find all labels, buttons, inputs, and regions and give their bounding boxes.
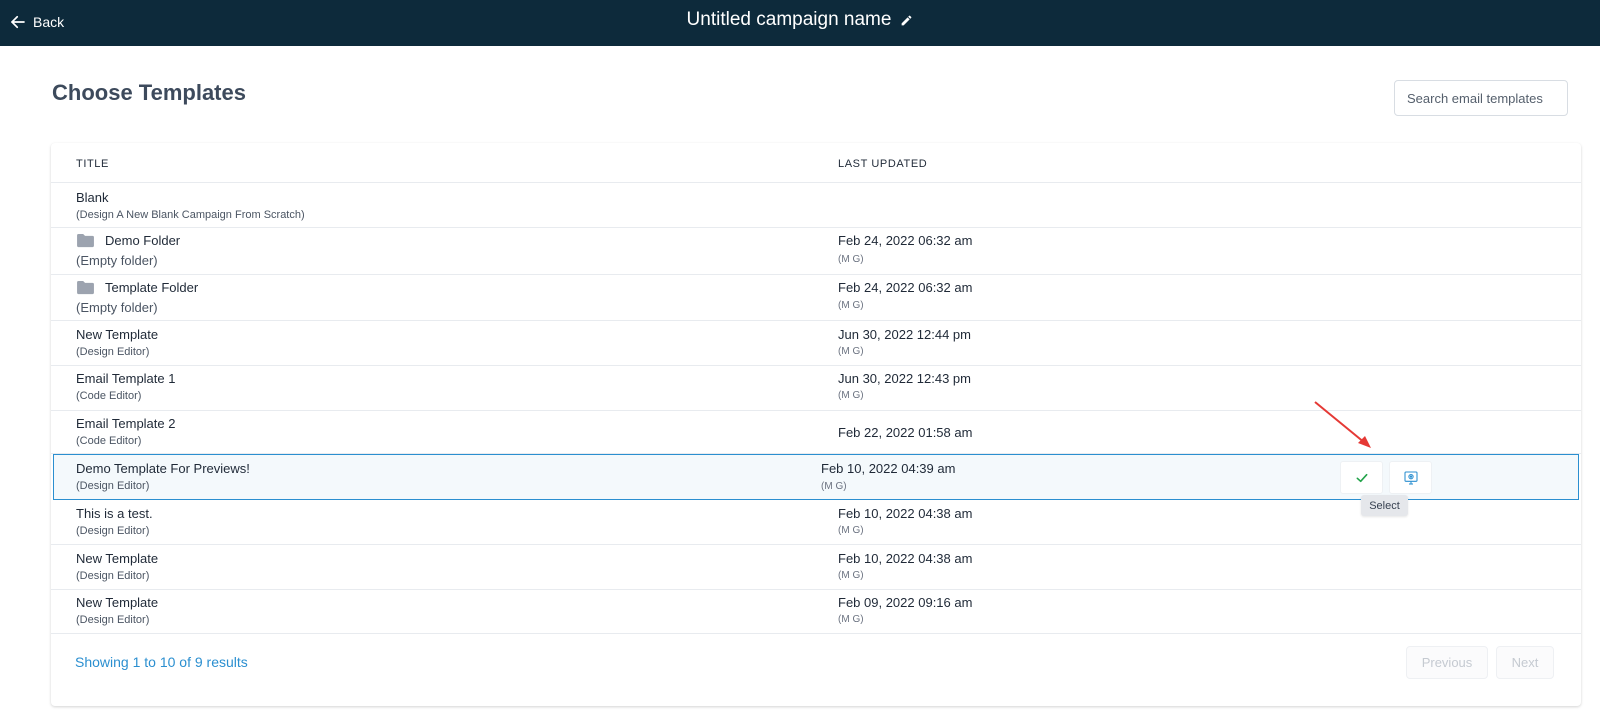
row-subtitle: (Design Editor) <box>76 480 150 492</box>
table-row[interactable]: This is a test. (Design Editor) Feb 10, … <box>51 500 1581 545</box>
row-user: (M G) <box>821 481 847 492</box>
table-header: TITLE LAST UPDATED <box>51 143 1581 183</box>
table-row[interactable]: New Template (Design Editor) Feb 10, 202… <box>51 545 1581 590</box>
row-title-wrap: Template Folder <box>76 280 198 295</box>
table-row[interactable]: Blank (Design A New Blank Campaign From … <box>51 183 1581 228</box>
row-title: New Template <box>76 551 159 566</box>
row-subtitle: (Design Editor) <box>76 614 150 626</box>
row-date: Jun 30, 2022 12:44 pm <box>838 327 971 342</box>
row-subtitle: (Design Editor) <box>76 346 150 358</box>
row-subtitle: (Design Editor) <box>76 570 150 582</box>
table-row[interactable]: New Template (Design Editor) Jun 30, 202… <box>51 321 1581 366</box>
row-user: (M G) <box>838 346 864 357</box>
row-date: Feb 24, 2022 06:32 am <box>838 233 973 248</box>
row-title: Email Template 2 <box>76 416 176 431</box>
row-title: New Template <box>76 327 159 342</box>
row-date: Feb 22, 2022 01:58 am <box>838 425 973 440</box>
results-summary: Showing 1 to 10 of 9 results <box>75 654 248 670</box>
row-user: (M G) <box>838 525 864 536</box>
row-subtitle: (Code Editor) <box>76 390 142 402</box>
row-title: New Template <box>76 595 159 610</box>
row-subtitle: (Empty folder) <box>76 253 158 268</box>
pencil-icon[interactable] <box>900 14 913 27</box>
row-subtitle: (Code Editor) <box>76 435 142 447</box>
previous-button[interactable]: Previous <box>1406 646 1488 679</box>
page-title: Choose Templates <box>52 80 246 105</box>
row-user: (M G) <box>838 614 864 625</box>
row-user: (M G) <box>838 570 864 581</box>
search-input[interactable] <box>1394 80 1568 116</box>
row-subtitle: (Empty folder) <box>76 300 158 315</box>
preview-button[interactable] <box>1389 461 1432 494</box>
templates-table: TITLE LAST UPDATED Blank (Design A New B… <box>51 143 1581 706</box>
select-button[interactable] <box>1340 461 1383 494</box>
row-subtitle: (Design A New Blank Campaign From Scratc… <box>76 209 305 221</box>
table-row[interactable]: Email Template 2 (Code Editor) Feb 22, 2… <box>51 411 1581 454</box>
select-tooltip: Select <box>1361 495 1408 516</box>
preview-icon <box>1403 470 1418 485</box>
campaign-title: Untitled campaign name <box>0 9 1600 31</box>
folder-icon <box>77 280 94 295</box>
table-row[interactable]: New Template (Design Editor) Feb 09, 202… <box>51 590 1581 634</box>
row-user: (M G) <box>838 254 864 265</box>
table-row-selected[interactable]: Demo Template For Previews! (Design Edit… <box>53 454 1579 500</box>
row-title: Template Folder <box>105 280 199 295</box>
row-date: Jun 30, 2022 12:43 pm <box>838 371 971 386</box>
table-row[interactable]: Template Folder (Empty folder) Feb 24, 2… <box>51 275 1581 321</box>
row-user: (M G) <box>838 300 864 311</box>
row-title: Email Template 1 <box>76 371 176 386</box>
row-date: Feb 10, 2022 04:39 am <box>821 461 956 476</box>
row-subtitle: (Design Editor) <box>76 525 150 537</box>
top-bar: Back Untitled campaign name <box>0 0 1600 46</box>
column-last-updated: LAST UPDATED <box>838 158 928 170</box>
row-title: Demo Template For Previews! <box>76 461 250 476</box>
next-button[interactable]: Next <box>1496 646 1554 679</box>
table-row[interactable]: Demo Folder (Empty folder) Feb 24, 2022 … <box>51 228 1581 275</box>
row-user: (M G) <box>838 390 864 401</box>
check-icon <box>1356 473 1367 482</box>
row-date: Feb 24, 2022 06:32 am <box>838 280 973 295</box>
row-title: Demo Folder <box>105 233 181 248</box>
column-title: TITLE <box>76 158 109 170</box>
campaign-name: Untitled campaign name <box>686 9 892 30</box>
row-title-wrap: Demo Folder <box>76 233 180 248</box>
folder-icon <box>77 233 94 248</box>
row-date: Feb 09, 2022 09:16 am <box>838 595 973 610</box>
table-row[interactable]: Email Template 1 (Code Editor) Jun 30, 2… <box>51 366 1581 411</box>
row-date: Feb 10, 2022 04:38 am <box>838 506 973 521</box>
row-title: This is a test. <box>76 506 153 521</box>
row-title: Blank <box>76 190 109 205</box>
row-date: Feb 10, 2022 04:38 am <box>838 551 973 566</box>
